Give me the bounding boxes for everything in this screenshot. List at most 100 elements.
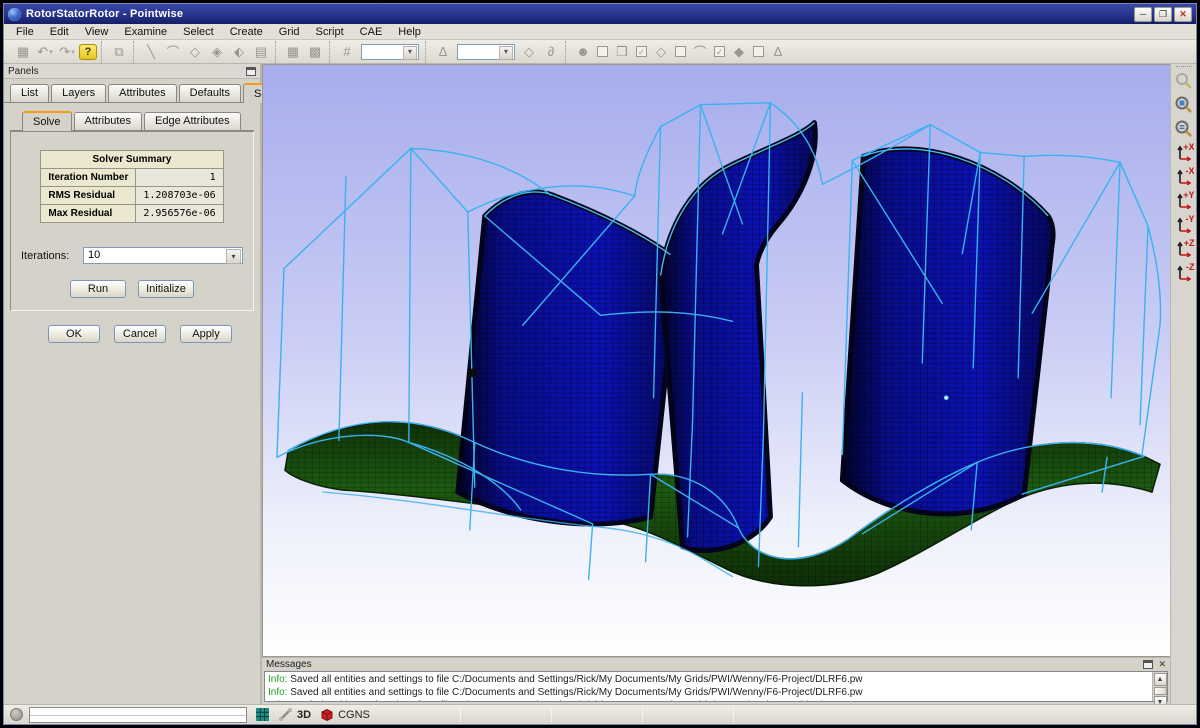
iterations-combobox[interactable]: 10 — [83, 247, 243, 264]
zoom-disabled-icon — [1173, 70, 1195, 92]
log-level: Info: — [268, 687, 287, 698]
view-plus-z-icon[interactable]: +Z — [1173, 238, 1195, 260]
messages-body: Info: Saved all entities and settings to… — [264, 671, 1168, 702]
cube-icon[interactable]: ❒ — [612, 42, 632, 62]
database-checkbox[interactable] — [753, 46, 764, 57]
subtab-edge-attributes[interactable]: Edge Attributes — [144, 112, 241, 130]
save-icon[interactable]: ▦ — [13, 42, 33, 62]
log-line: Info: Saved all entities and settings to… — [268, 686, 1149, 699]
messages-float-icon[interactable] — [1143, 660, 1153, 669]
restore-button[interactable]: ❐ — [1154, 7, 1172, 22]
run-button[interactable]: Run — [70, 280, 126, 298]
view-plus-x-icon[interactable]: +X — [1173, 142, 1195, 164]
panels-float-icon[interactable] — [246, 67, 256, 76]
cae-cube-icon — [319, 707, 334, 722]
menu-edit[interactable]: Edit — [42, 26, 77, 38]
menu-help[interactable]: Help — [390, 26, 429, 38]
mask-icon[interactable]: ☻ — [573, 42, 593, 62]
minimize-button[interactable]: ─ — [1134, 7, 1152, 22]
view-minus-z-icon[interactable]: -Z — [1173, 262, 1195, 284]
connector-tool-icon[interactable] — [278, 707, 293, 722]
menu-file[interactable]: File — [8, 26, 42, 38]
iterations-label: Iterations: — [21, 250, 83, 262]
view-minus-y-icon[interactable]: -Y — [1173, 214, 1195, 236]
cancel-button[interactable]: Cancel — [114, 325, 166, 343]
unstructured-grid-icon[interactable]: ▩ — [305, 42, 325, 62]
menu-examine[interactable]: Examine — [116, 26, 175, 38]
solve-subtab-bar: Solve Attributes Edge Attributes — [10, 103, 254, 131]
connector-checkbox[interactable] — [714, 46, 725, 57]
menu-script[interactable]: Script — [308, 26, 352, 38]
panels-caption[interactable]: Panels — [4, 64, 260, 79]
domain-icon[interactable]: ◇ — [185, 42, 205, 62]
main-toolbar: ▦ ↶ ↷ ? ⧉ ╲ ⌒ ◇ ◈ ⬖ ▤ ▦ ▩ # ∆ ◇ ∂ — [4, 40, 1196, 64]
window-title: RotorStatorRotor - Pointwise — [26, 8, 1132, 20]
selected-point-marker[interactable] — [468, 368, 477, 377]
status-bar: 3D CGNS — [4, 704, 1196, 724]
file-toolbar-group: ▦ ↶ ↷ ? — [6, 41, 101, 63]
menu-cae[interactable]: CAE — [352, 26, 391, 38]
subtab-solve[interactable]: Solve — [22, 111, 72, 131]
messages-panel: Messages ✕ Info: Saved all entities and … — [262, 657, 1170, 704]
apply-button[interactable]: Apply — [180, 325, 232, 343]
close-button[interactable]: ✕ — [1174, 7, 1192, 22]
tab-list[interactable]: List — [10, 84, 49, 102]
menu-select[interactable]: Select — [175, 26, 222, 38]
log-line: Info: Loaded entities and settings from … — [268, 699, 1149, 701]
scroll-thumb[interactable] — [1154, 687, 1167, 695]
tab-defaults[interactable]: Defaults — [179, 84, 241, 102]
mode-3d-label[interactable]: 3D — [297, 709, 311, 721]
dimension-icon[interactable]: # — [337, 42, 357, 62]
log-text: Saved all entities and settings to file … — [287, 687, 862, 698]
mask-checkbox[interactable] — [597, 46, 608, 57]
zoom-equal-icon[interactable] — [1173, 118, 1195, 140]
block-icon[interactable]: ▤ — [251, 42, 271, 62]
block-checkbox[interactable] — [636, 46, 647, 57]
zoom-extents-icon[interactable] — [1173, 94, 1195, 116]
iteration-number-label: Iteration Number — [41, 169, 136, 187]
shaded-domain-icon[interactable]: ◈ — [207, 42, 227, 62]
messages-caption[interactable]: Messages ✕ — [262, 658, 1170, 671]
point-spacing-icon[interactable]: ∆ — [768, 42, 788, 62]
connector-icon[interactable]: ╲ — [141, 42, 161, 62]
progress-box — [29, 707, 247, 723]
run-row: Run Initialize — [21, 280, 243, 298]
messages-close-icon[interactable]: ✕ — [1158, 659, 1166, 670]
derivative-icon[interactable]: ∂ — [541, 42, 561, 62]
tab-attributes[interactable]: Attributes — [108, 84, 176, 102]
view-plus-y-icon[interactable]: +Y — [1173, 190, 1195, 212]
structured-grid-icon[interactable]: ▦ — [283, 42, 303, 62]
diamond2-icon[interactable]: ◇ — [651, 42, 671, 62]
curve2-icon[interactable]: ⌒ — [690, 42, 710, 62]
menu-grid[interactable]: Grid — [271, 26, 308, 38]
undo-icon[interactable]: ↶ — [35, 42, 55, 62]
menu-create[interactable]: Create — [222, 26, 271, 38]
ok-button[interactable]: OK — [48, 325, 100, 343]
spacing-combobox[interactable] — [457, 44, 515, 60]
dimension-combobox[interactable] — [361, 44, 419, 60]
spacing-icon[interactable]: ∆ — [433, 42, 453, 62]
subtab-attributes[interactable]: Attributes — [74, 112, 142, 130]
iteration-number-value: 1 — [136, 169, 223, 187]
surface-icon[interactable]: ⬖ — [229, 42, 249, 62]
diamond3-icon[interactable]: ◆ — [729, 42, 749, 62]
title-bar[interactable]: RotorStatorRotor - Pointwise ─ ❐ ✕ — [4, 4, 1196, 24]
initialize-button[interactable]: Initialize — [138, 280, 194, 298]
help-icon[interactable]: ? — [79, 44, 97, 60]
axis-label: +Y — [1183, 190, 1194, 200]
diamond-icon[interactable]: ◇ — [519, 42, 539, 62]
layer-stack-icon[interactable]: ⧉ — [109, 42, 129, 62]
viewport-3d[interactable] — [262, 64, 1170, 657]
tab-layers[interactable]: Layers — [51, 84, 106, 102]
scroll-up-icon[interactable]: ▲ — [1154, 673, 1167, 686]
view-minus-x-icon[interactable]: -X — [1173, 166, 1195, 188]
messages-scrollbar[interactable]: ▲ ▼ — [1152, 672, 1167, 701]
curve-icon[interactable]: ⌒ — [163, 42, 183, 62]
toolbar-grip[interactable] — [1176, 66, 1192, 69]
cae-solver-label[interactable]: CGNS — [338, 709, 370, 721]
grid-mode-icon[interactable] — [255, 707, 270, 722]
redo-icon[interactable]: ↷ — [57, 42, 77, 62]
domain-checkbox[interactable] — [675, 46, 686, 57]
status-light-icon — [10, 708, 23, 721]
menu-view[interactable]: View — [77, 26, 117, 38]
